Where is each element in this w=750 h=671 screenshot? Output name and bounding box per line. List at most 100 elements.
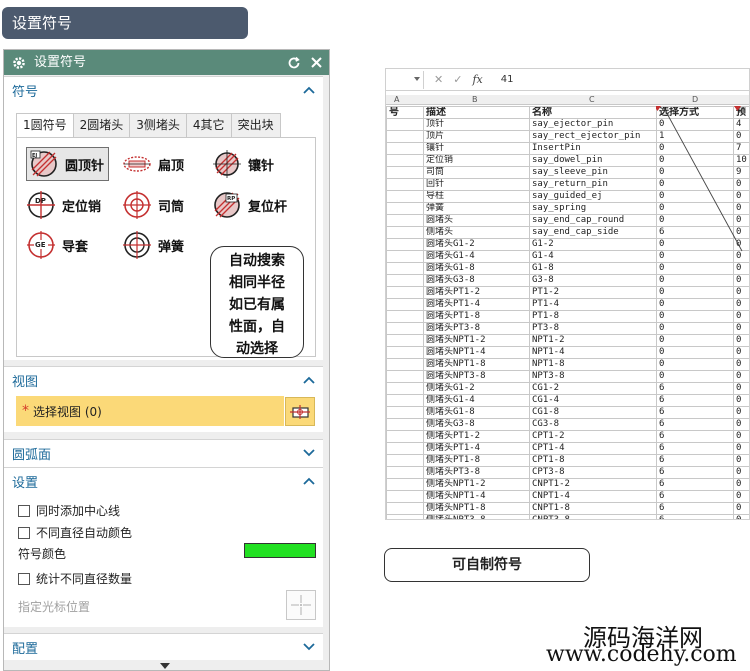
- table-cell[interactable]: CPT1-4: [529, 442, 657, 455]
- table-cell[interactable]: 0: [656, 202, 734, 215]
- table-cell[interactable]: [386, 454, 424, 467]
- table-cell[interactable]: CPT1-8: [529, 454, 657, 467]
- table-cell[interactable]: 6: [656, 226, 734, 239]
- table-cell[interactable]: 圆堵头NPT1-4: [423, 346, 530, 359]
- table-cell[interactable]: 圆堵头PT3-8: [423, 322, 530, 335]
- table-cell[interactable]: [386, 310, 424, 323]
- table-cell[interactable]: 0: [733, 406, 749, 419]
- table-cell[interactable]: 0: [733, 238, 749, 251]
- table-cell[interactable]: [386, 502, 424, 515]
- table-cell[interactable]: PT3-8: [529, 322, 657, 335]
- table-cell[interactable]: 侧堵头G1-2: [423, 382, 530, 395]
- table-cell[interactable]: 6: [656, 466, 734, 479]
- count-diameter-checkbox[interactable]: 统计不同直径数量: [18, 570, 132, 587]
- symbol-return-pin[interactable]: RP 复位杆: [212, 190, 287, 220]
- table-cell[interactable]: say_end_cap_round: [529, 214, 657, 227]
- table-cell[interactable]: 0: [656, 286, 734, 299]
- table-cell[interactable]: 0: [656, 262, 734, 275]
- header-cell[interactable]: 号: [386, 106, 424, 119]
- view-section-header[interactable]: 视图: [4, 367, 323, 393]
- table-cell[interactable]: 镶针: [423, 142, 530, 155]
- table-cell[interactable]: [386, 154, 424, 167]
- table-cell[interactable]: G1-4: [529, 250, 657, 263]
- table-cell[interactable]: 0: [733, 274, 749, 287]
- table-cell[interactable]: 顶针: [423, 118, 530, 131]
- table-cell[interactable]: 0: [656, 154, 734, 167]
- table-cell[interactable]: 0: [656, 250, 734, 263]
- tab-protrusion[interactable]: 突出块: [230, 113, 281, 137]
- table-cell[interactable]: 侧堵头PT3-8: [423, 466, 530, 479]
- table-cell[interactable]: [386, 214, 424, 227]
- table-cell[interactable]: 侧堵头NPT3-8: [423, 514, 530, 519]
- table-cell[interactable]: 侧堵头NPT1-4: [423, 490, 530, 503]
- table-cell[interactable]: [386, 418, 424, 431]
- table-cell[interactable]: 圆堵头G1-8: [423, 262, 530, 275]
- cancel-icon[interactable]: ✕: [434, 73, 443, 86]
- table-cell[interactable]: 0: [733, 322, 749, 335]
- table-cell[interactable]: 0: [733, 358, 749, 371]
- table-cell[interactable]: 0: [733, 454, 749, 467]
- auto-color-checkbox[interactable]: 不同直径自动颜色: [18, 524, 132, 541]
- table-cell[interactable]: 司筒: [423, 166, 530, 179]
- table-cell[interactable]: 6: [656, 490, 734, 503]
- table-cell[interactable]: [386, 142, 424, 155]
- table-cell[interactable]: [386, 334, 424, 347]
- table-cell[interactable]: 侧堵头G1-4: [423, 394, 530, 407]
- table-cell[interactable]: 6: [656, 430, 734, 443]
- close-icon[interactable]: [307, 54, 325, 72]
- tab-round-plug[interactable]: 2圆堵头: [72, 113, 131, 137]
- chevron-down-icon[interactable]: [299, 443, 319, 463]
- cursor-position-button[interactable]: [286, 590, 316, 620]
- table-cell[interactable]: CG1-4: [529, 394, 657, 407]
- column-letter[interactable]: B: [472, 95, 478, 105]
- table-cell[interactable]: [386, 406, 424, 419]
- table-cell[interactable]: 0: [733, 310, 749, 323]
- table-cell[interactable]: 圆堵头PT1-4: [423, 298, 530, 311]
- table-cell[interactable]: 0: [656, 358, 734, 371]
- symbol-sleeve-pin[interactable]: 司筒: [122, 190, 184, 220]
- table-cell[interactable]: 7: [733, 142, 749, 155]
- table-cell[interactable]: 9: [733, 166, 749, 179]
- tab-round-symbol[interactable]: 1圆符号: [16, 113, 74, 138]
- table-cell[interactable]: 6: [656, 454, 734, 467]
- table-cell[interactable]: [386, 430, 424, 443]
- table-cell[interactable]: 6: [656, 394, 734, 407]
- table-cell[interactable]: 0: [656, 334, 734, 347]
- tab-side-plug[interactable]: 3侧堵头: [129, 113, 187, 137]
- table-cell[interactable]: [386, 346, 424, 359]
- table-cell[interactable]: 0: [733, 190, 749, 203]
- table-cell[interactable]: [386, 262, 424, 275]
- table-cell[interactable]: CPT1-2: [529, 430, 657, 443]
- add-centerline-checkbox[interactable]: 同时添加中心线: [18, 502, 120, 519]
- table-cell[interactable]: [386, 118, 424, 131]
- symbol-dowel-pin[interactable]: DP 定位销: [26, 190, 101, 220]
- table-cell[interactable]: say_return_pin: [529, 178, 657, 191]
- table-cell[interactable]: [386, 274, 424, 287]
- table-cell[interactable]: 导柱: [423, 190, 530, 203]
- table-cell[interactable]: 0: [733, 346, 749, 359]
- table-cell[interactable]: 0: [733, 394, 749, 407]
- function-icon[interactable]: fx: [472, 73, 482, 86]
- table-cell[interactable]: 0: [656, 142, 734, 155]
- table-cell[interactable]: 0: [656, 178, 734, 191]
- table-cell[interactable]: 侧堵头PT1-2: [423, 430, 530, 443]
- table-cell[interactable]: 6: [656, 382, 734, 395]
- table-cell[interactable]: CNPT3-8: [529, 514, 657, 519]
- header-cell[interactable]: 预: [733, 106, 749, 119]
- table-cell[interactable]: CG1-2: [529, 382, 657, 395]
- symbol-flat-ejector[interactable]: 扁顶: [122, 149, 184, 179]
- header-cell[interactable]: 名称: [529, 106, 657, 119]
- table-cell[interactable]: [386, 478, 424, 491]
- table-cell[interactable]: 0: [733, 490, 749, 503]
- table-cell[interactable]: 圆堵头G3-8: [423, 274, 530, 287]
- table-cell[interactable]: 0: [733, 442, 749, 455]
- table-cell[interactable]: 0: [733, 262, 749, 275]
- table-cell[interactable]: 侧堵头NPT1-8: [423, 502, 530, 515]
- table-cell[interactable]: G1-8: [529, 262, 657, 275]
- symbol-section-header[interactable]: 符号: [4, 77, 323, 103]
- table-cell[interactable]: 圆堵头NPT3-8: [423, 370, 530, 383]
- table-cell[interactable]: 圆堵头NPT1-2: [423, 334, 530, 347]
- table-cell[interactable]: 侧堵头G1-8: [423, 406, 530, 419]
- table-cell[interactable]: 0: [733, 286, 749, 299]
- table-cell[interactable]: PT1-2: [529, 286, 657, 299]
